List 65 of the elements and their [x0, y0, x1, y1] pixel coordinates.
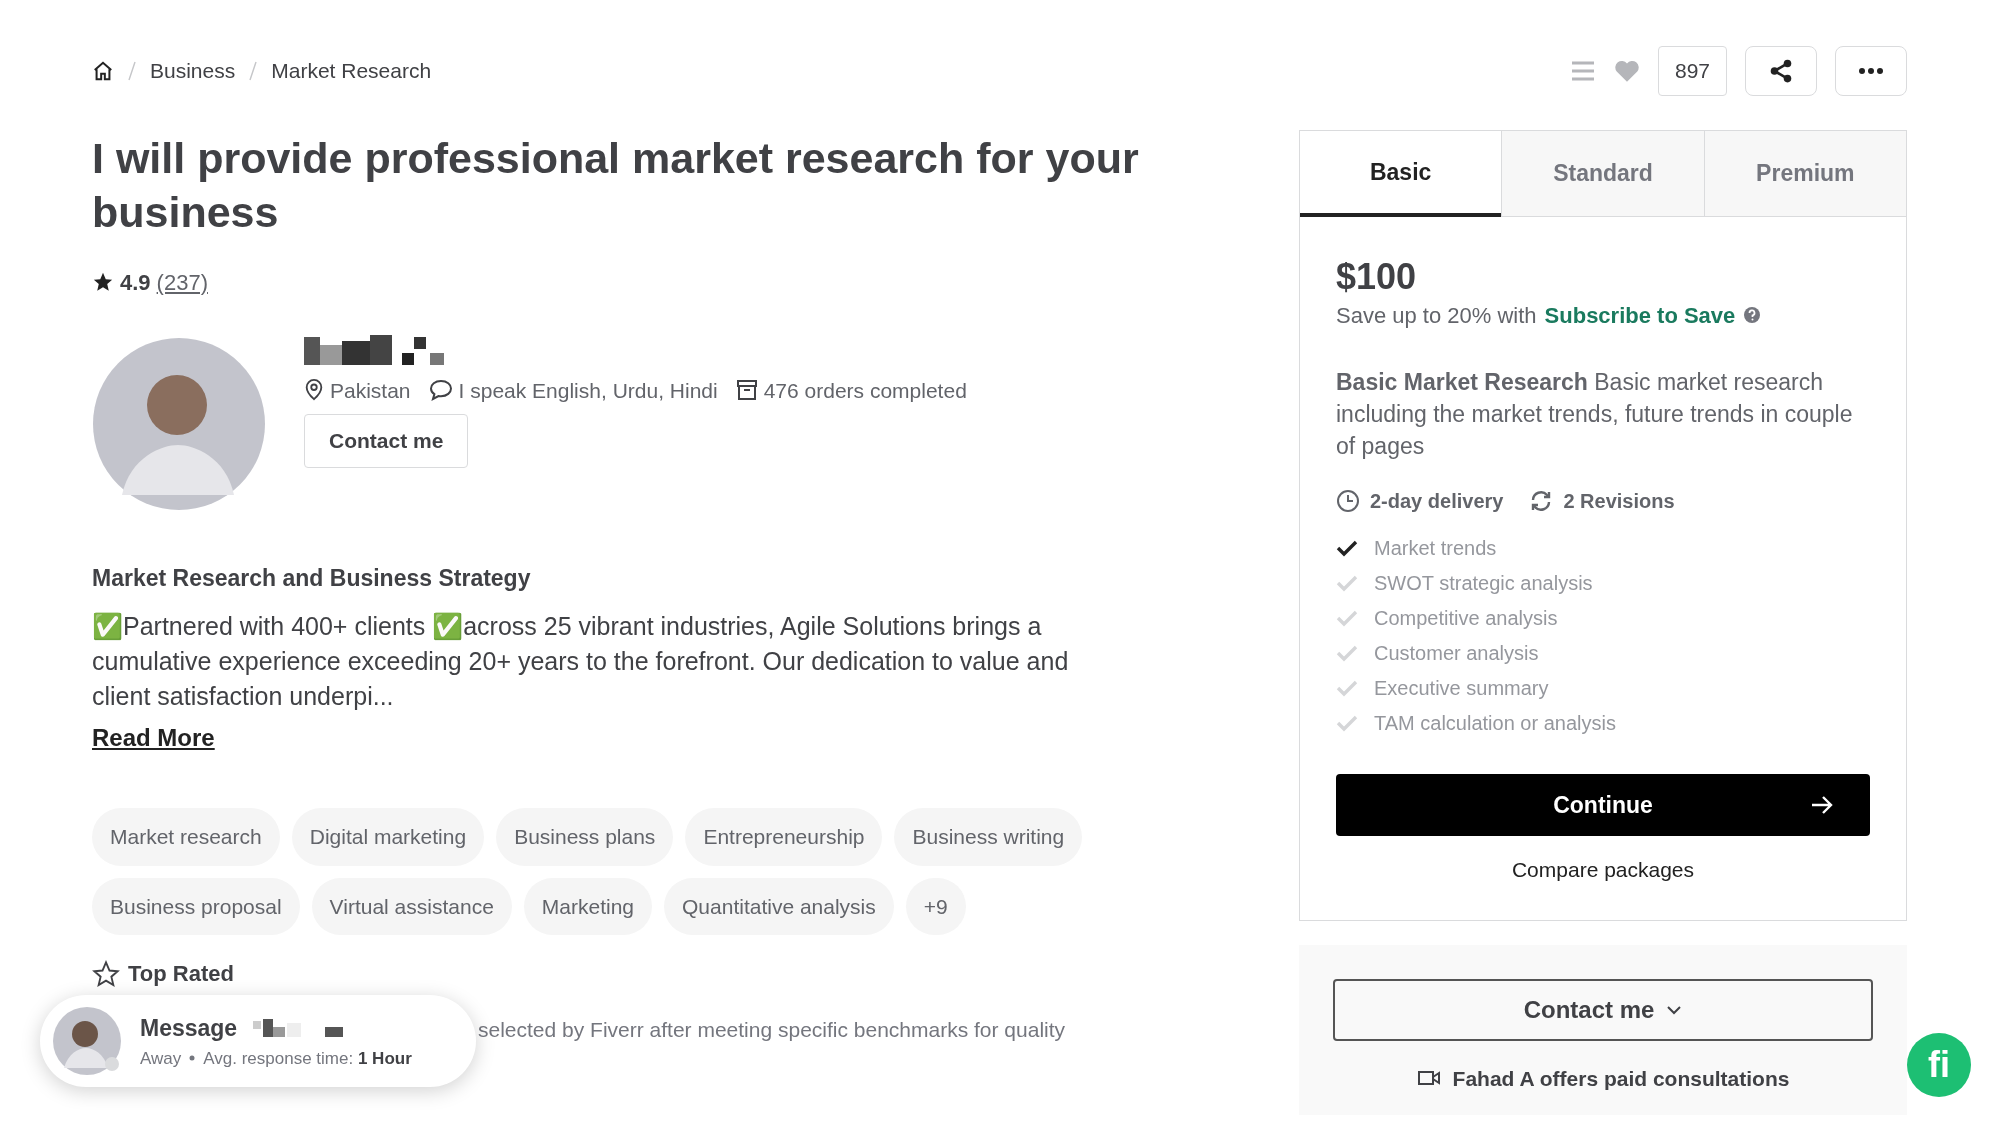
breadcrumb-link[interactable]: Market Research [271, 55, 432, 87]
share-icon [1768, 58, 1794, 84]
package-price: $100 [1336, 257, 1418, 297]
top-rated-label: Top Rated [128, 960, 234, 988]
feature-label: Executive summary [1374, 675, 1549, 701]
home-icon[interactable] [92, 60, 114, 82]
tag-chip[interactable]: Virtual assistance [311, 877, 512, 935]
star-outline-icon [92, 959, 120, 988]
feature-label: Market trends [1374, 535, 1497, 561]
gig-title: I will provide professional market research for your business [92, 133, 1140, 238]
seller-languages: I speak English, Urdu, Hindi [458, 377, 718, 404]
message-title: Message [140, 1014, 238, 1043]
tag-chip[interactable]: Digital marketing [291, 808, 485, 866]
help-icon[interactable] [1743, 306, 1762, 325]
breadcrumb-separator [249, 61, 258, 81]
feature-label: TAM calculation or analysis [1374, 710, 1616, 736]
delivery-time: 2-day delivery [1370, 489, 1504, 515]
tag-chip[interactable]: Business writing [894, 808, 1083, 866]
read-more-link[interactable]: Read More [92, 720, 215, 756]
revisions-count: 2 Revisions [1563, 489, 1675, 515]
top-rated-text: selected by Fiverr after meeting specific benchmarks for quality [478, 1017, 1067, 1043]
tag-chip[interactable]: Marketing [523, 877, 652, 935]
package-description: Basic Market Research Basic market research including the market trends, future trends in couple of pages [1336, 367, 1854, 461]
more-icon [1858, 67, 1884, 75]
review-count-link[interactable]: (237) [156, 265, 208, 299]
tag-chip[interactable]: Market research [92, 808, 280, 866]
speech-bubble-icon [428, 379, 453, 402]
status-text: Away [140, 1047, 182, 1070]
package-tab[interactable]: Premium [1703, 131, 1906, 217]
breadcrumb-separator [128, 61, 136, 81]
compare-packages-link[interactable]: Compare packages [1336, 854, 1870, 886]
arrow-right-icon [1810, 795, 1834, 816]
save-text: Save up to 20% with [1336, 301, 1537, 330]
subscribe-link[interactable]: Subscribe to Save [1544, 298, 1736, 332]
star-icon [92, 271, 114, 293]
rating-score: 4.9 [120, 268, 151, 297]
breadcrumb-link[interactable]: Business [150, 55, 236, 87]
contact-button[interactable]: Contact me [304, 414, 469, 468]
seller-location: Pakistan [330, 377, 411, 404]
orders-completed: 476 orders completed [763, 377, 967, 404]
share-button[interactable] [1745, 46, 1817, 96]
consultation-text: Fahad A offers paid consultations [1452, 1065, 1790, 1092]
chevron-down-icon [1666, 1004, 1683, 1015]
continue-button[interactable]: Continue [1336, 774, 1870, 837]
package-tab[interactable]: Standard [1501, 131, 1704, 217]
tag-chip[interactable]: Business plans [496, 808, 674, 866]
tag-chip[interactable]: Quantitative analysis [664, 877, 894, 935]
like-count: 897 [1657, 46, 1727, 96]
seller-description: ✅Partnered with 400+ clients ✅across 25 vibrant industries, Agile Solutions brings a cumulative experience exceeding 20+ years to the forefront. Our dedication to value and client satisfaction underpi... [92, 611, 1070, 712]
location-pin-icon [304, 379, 324, 402]
feature-label: Competitive analysis [1374, 605, 1558, 631]
tag-chip[interactable]: Entrepreneurship [685, 808, 883, 866]
box-icon [735, 379, 758, 402]
clock-icon [1336, 489, 1360, 514]
contact-dropdown-button[interactable]: Contact me [1333, 978, 1873, 1041]
more-options-button[interactable] [1835, 46, 1907, 96]
tag-chip[interactable]: +9 [905, 877, 966, 935]
message-popup[interactable]: Message Away Avg. response time: 1 Hour [40, 995, 476, 1087]
response-time: Avg. response time: 1 Hour [203, 1047, 412, 1070]
section-heading: Market Research and Business Strategy [92, 563, 532, 593]
feature-label: SWOT strategic analysis [1374, 570, 1593, 596]
tag-chip[interactable]: Business proposal [92, 877, 300, 935]
feature-label: Customer analysis [1374, 640, 1539, 666]
seller-avatar [52, 1006, 122, 1076]
separator-dot [189, 1055, 196, 1062]
